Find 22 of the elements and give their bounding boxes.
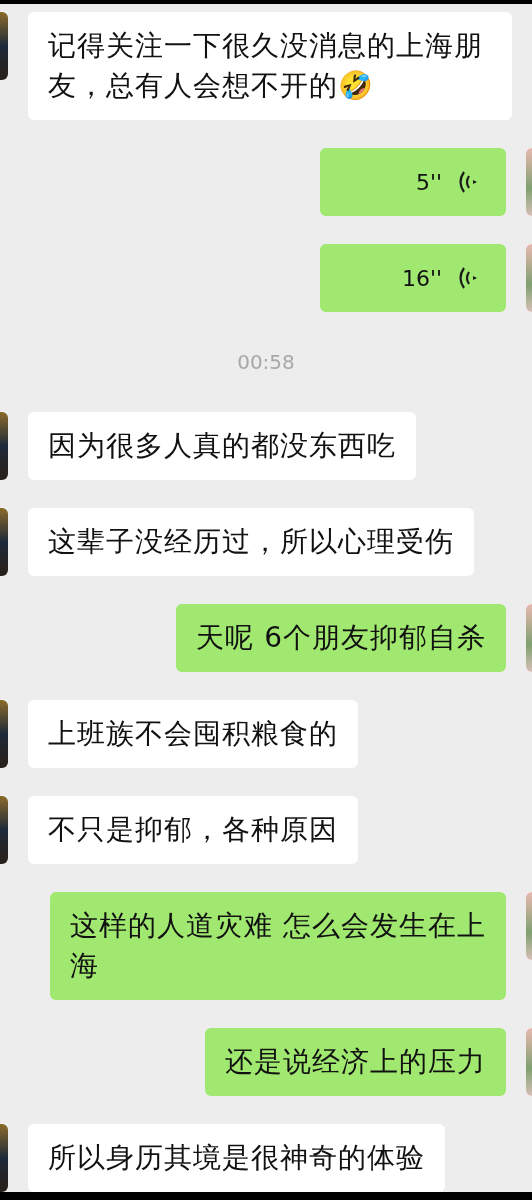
message-bubble: 因为很多人真的都没东西吃 — [28, 412, 416, 480]
voice-message[interactable]: 5'' — [320, 148, 506, 216]
avatar-placeholder[interactable] — [0, 700, 8, 768]
message-bubble: 所以身历其境是很神奇的体验 — [28, 1124, 445, 1192]
avatar-placeholder[interactable] — [0, 1124, 8, 1192]
voice-wave-icon — [458, 170, 478, 194]
message-bubble: 记得关注一下很久没消息的上海朋友，总有人会想不开的🤣 — [28, 12, 512, 120]
voice-duration: 5'' — [415, 169, 442, 195]
avatar-placeholder[interactable] — [0, 796, 8, 864]
voice-duration: 16'' — [401, 265, 442, 291]
timestamp: 00:58 — [237, 350, 295, 374]
message-bubble: 这辈子没经历过，所以心理受伤 — [28, 508, 474, 576]
message-bubble: 天呢 6个朋友抑郁自杀 — [176, 604, 506, 672]
avatar-placeholder[interactable] — [0, 12, 8, 80]
voice-wave-icon — [458, 266, 478, 290]
message-bubble: 还是说经济上的压力 — [205, 1028, 506, 1096]
voice-message[interactable]: 16'' — [320, 244, 506, 312]
message-bubble: 不只是抑郁，各种原因 — [28, 796, 358, 864]
avatar-placeholder[interactable] — [0, 508, 8, 576]
message-bubble: 这样的人道灾难 怎么会发生在上海 — [50, 892, 506, 1000]
avatar-placeholder[interactable] — [0, 412, 8, 480]
message-bubble: 上班族不会囤积粮食的 — [28, 700, 358, 768]
